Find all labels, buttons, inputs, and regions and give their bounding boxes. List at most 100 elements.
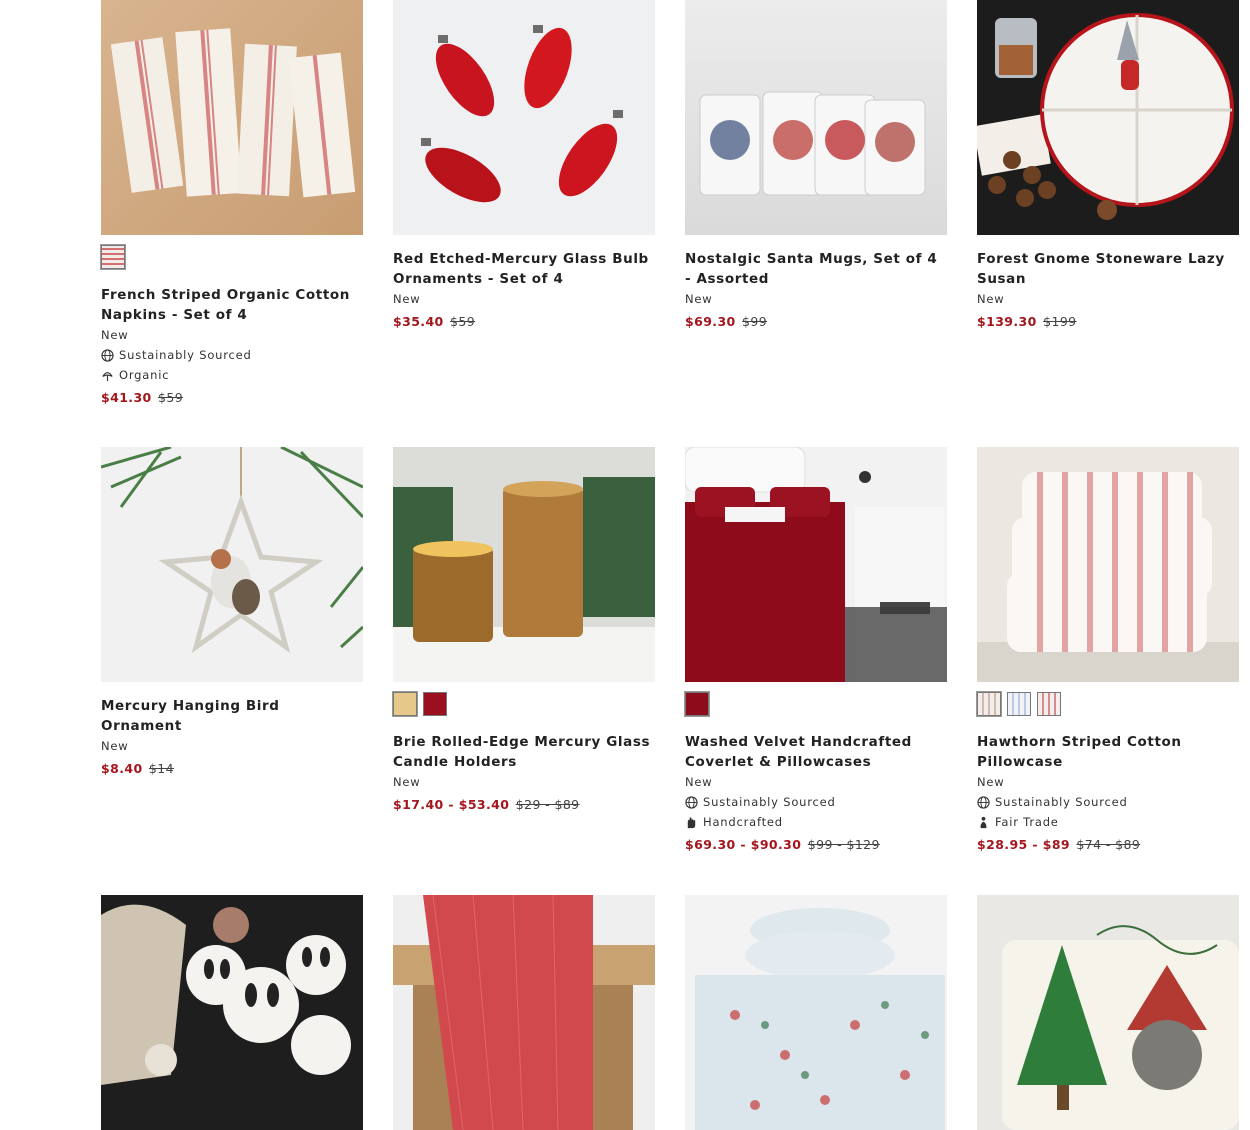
new-badge: New (685, 292, 713, 306)
product-title[interactable]: Nostalgic Santa Mugs, Set of 4 - Assorte… (685, 249, 947, 289)
product-card[interactable] (393, 895, 655, 1130)
original-price: $74 - $89 (1076, 837, 1141, 852)
globe-icon (977, 795, 990, 809)
lazy-susan-illustration (977, 13, 1234, 220)
product-title[interactable]: Washed Velvet Handcrafted Coverlet & Pil… (685, 732, 947, 772)
sale-price: $17.40 - $53.40 (393, 797, 510, 812)
ornaments-illustration (421, 25, 623, 203)
product-card[interactable]: Nostalgic Santa Mugs, Set of 4 - Assorte… (685, 0, 947, 332)
swatch-red[interactable] (423, 692, 447, 716)
fair-trade-icon (980, 816, 987, 828)
leaf-icon (102, 371, 113, 381)
attribute-fair-trade: Fair Trade (977, 812, 1239, 832)
original-price: $99 - $129 (807, 837, 880, 852)
product-card[interactable]: Red Etched-Mercury Glass Bulb Ornaments … (393, 0, 655, 332)
product-image-lazy-susan[interactable] (977, 0, 1239, 235)
attribute-sustainably-sourced: Sustainably Sourced (977, 792, 1239, 812)
product-card[interactable] (101, 895, 363, 1130)
product-title[interactable]: Hawthorn Striped Cotton Pillowcase (977, 732, 1239, 772)
product-image-mugs[interactable] (685, 0, 947, 235)
product-image-sheets[interactable] (685, 895, 947, 1130)
sale-price: $8.40 (101, 761, 143, 776)
new-badge: New (101, 328, 129, 342)
product-title[interactable]: Forest Gnome Stoneware Lazy Susan (977, 249, 1239, 289)
original-price: $59 (158, 390, 184, 405)
sale-price: $35.40 (393, 314, 444, 329)
price: $17.40 - $53.40 $29 - $89 (393, 795, 655, 815)
plates-illustration (101, 904, 351, 1085)
new-badge: New (977, 292, 1005, 306)
price: $69.30 $99 (685, 312, 947, 332)
product-title[interactable]: Brie Rolled-Edge Mercury Glass Candle Ho… (393, 732, 655, 772)
product-image-gnome-pillow[interactable] (977, 895, 1239, 1130)
product-card[interactable]: Washed Velvet Handcrafted Coverlet & Pil… (684, 447, 947, 855)
product-image-bird-ornament[interactable] (101, 447, 363, 682)
pillowcase-illustration (977, 447, 1239, 682)
attribute-label: Sustainably Sourced (995, 795, 1128, 809)
bird-ornament-illustration (101, 447, 363, 654)
attribute-label: Organic (119, 368, 170, 382)
product-title[interactable]: Mercury Hanging Bird Ornament (101, 696, 363, 736)
attribute-label: Sustainably Sourced (703, 795, 836, 809)
new-badge: New (977, 775, 1005, 789)
coverlet-illustration (685, 447, 947, 682)
product-card[interactable]: Hawthorn Striped Cotton Pillowcase New S… (976, 447, 1239, 855)
swatch-gold[interactable] (392, 691, 418, 717)
table-runner-illustration (393, 895, 655, 1130)
product-card[interactable] (685, 895, 947, 1130)
sale-price: $69.30 - $90.30 (685, 837, 802, 852)
sale-price: $139.30 (977, 314, 1037, 329)
product-title[interactable]: Red Etched-Mercury Glass Bulb Ornaments … (393, 249, 655, 289)
price: $69.30 - $90.30 $99 - $129 (685, 835, 947, 855)
product-image-candle-holders[interactable] (393, 447, 655, 682)
new-badge: New (393, 292, 421, 306)
original-price: $59 (450, 314, 476, 329)
new-badge: New (101, 739, 129, 753)
product-image-napkins[interactable] (101, 0, 363, 235)
swatch-blue-stripe[interactable] (1007, 692, 1031, 716)
product-card[interactable]: Brie Rolled-Edge Mercury Glass Candle Ho… (392, 447, 655, 815)
sale-price: $28.95 - $89 (977, 837, 1071, 852)
product-image-pillowcase[interactable] (977, 447, 1239, 682)
color-swatches (100, 244, 363, 271)
price: $139.30 $199 (977, 312, 1239, 332)
sale-price: $41.30 (101, 390, 152, 405)
attribute-label: Fair Trade (995, 815, 1059, 829)
new-badge: New (685, 775, 713, 789)
swatch-red-stripe[interactable] (1037, 692, 1061, 716)
gnome-pillow-illustration (977, 895, 1239, 1130)
swatch-red-stripe[interactable] (100, 244, 126, 270)
product-image-ornaments[interactable] (393, 0, 655, 235)
price: $8.40 $14 (101, 759, 363, 779)
product-card[interactable] (977, 895, 1239, 1130)
product-card[interactable]: French Striped Organic Cotton Napkins - … (100, 0, 363, 408)
sheets-illustration (685, 895, 947, 1130)
mugs-illustration (699, 91, 926, 196)
price: $35.40 $59 (393, 312, 655, 332)
hand-icon (687, 816, 696, 828)
attribute-organic: Organic (101, 365, 363, 385)
swatch-natural-stripe[interactable] (976, 691, 1002, 717)
attribute-label: Handcrafted (703, 815, 783, 829)
attribute-sustainably-sourced: Sustainably Sourced (685, 792, 947, 812)
product-image-plates[interactable] (101, 895, 363, 1130)
price: $41.30 $59 (101, 388, 363, 408)
new-badge: New (393, 775, 421, 789)
color-swatches (976, 691, 1239, 718)
napkins-illustration (110, 28, 356, 198)
product-title[interactable]: French Striped Organic Cotton Napkins - … (101, 285, 363, 325)
original-price: $99 (742, 314, 768, 329)
product-card[interactable]: Forest Gnome Stoneware Lazy Susan New $1… (977, 0, 1239, 332)
product-image-table-runner[interactable] (393, 895, 655, 1130)
product-card[interactable]: Mercury Hanging Bird Ornament New $8.40 … (101, 447, 363, 779)
color-swatches (684, 691, 947, 718)
sale-price: $69.30 (685, 314, 736, 329)
original-price: $29 - $89 (515, 797, 580, 812)
globe-icon (685, 795, 698, 809)
attribute-handcrafted: Handcrafted (685, 812, 947, 832)
attribute-label: Sustainably Sourced (119, 348, 252, 362)
original-price: $199 (1043, 314, 1077, 329)
swatch-red[interactable] (684, 691, 710, 717)
product-image-coverlet[interactable] (685, 447, 947, 682)
attribute-sustainably-sourced: Sustainably Sourced (101, 345, 363, 365)
